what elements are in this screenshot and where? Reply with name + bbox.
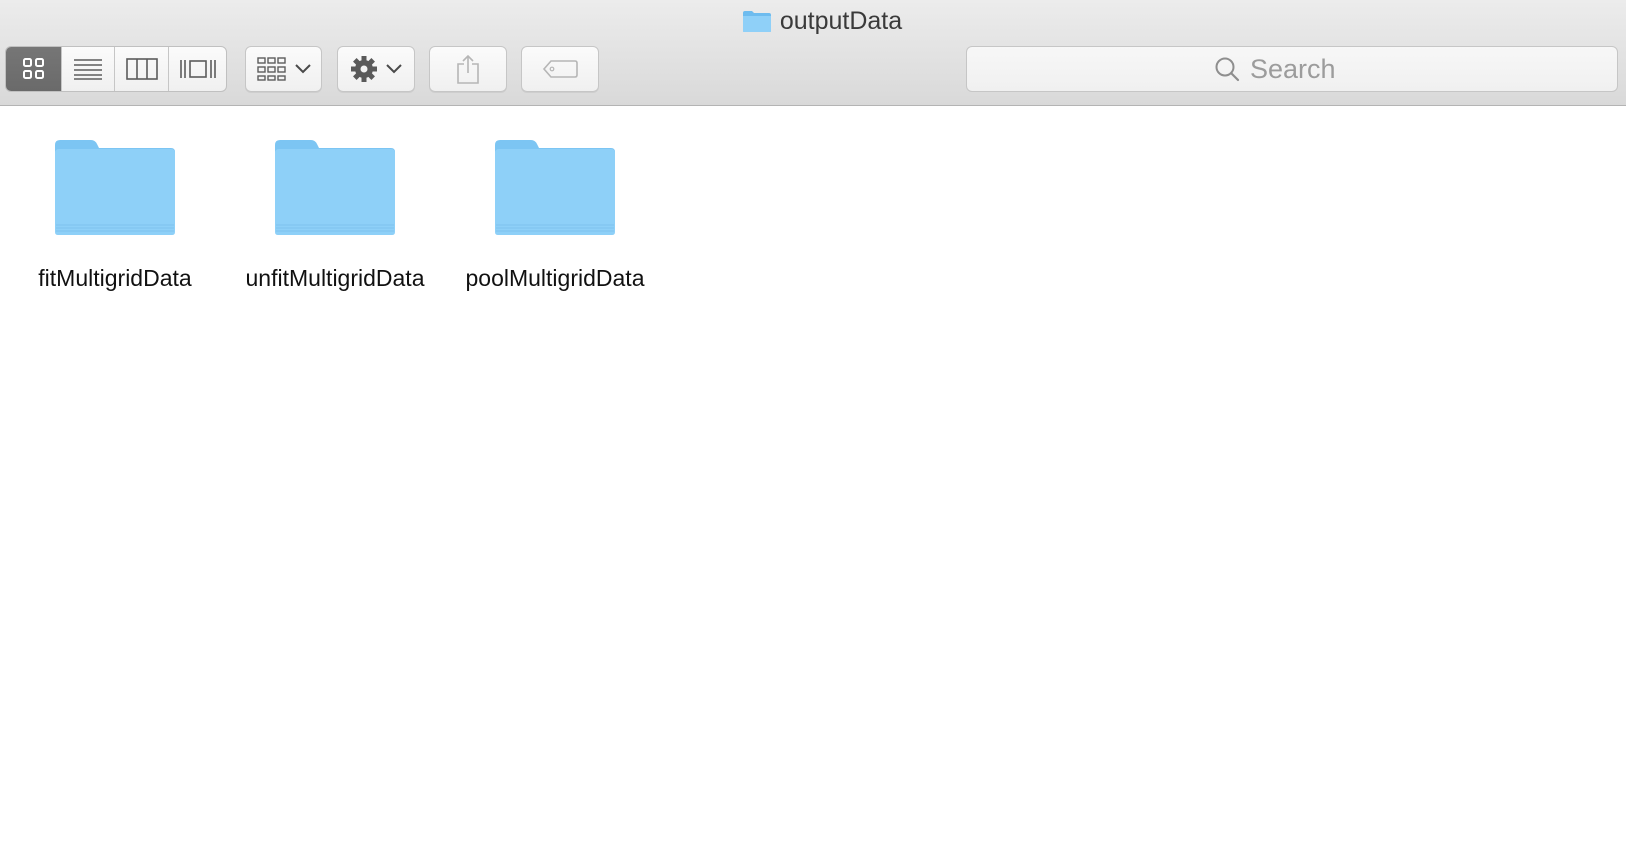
column-view-button[interactable] — [115, 47, 169, 91]
share-button[interactable] — [429, 46, 507, 92]
search-icon — [1215, 57, 1240, 82]
folder-item[interactable]: poolMultigridData — [445, 137, 665, 292]
finder-window: outputData Search fitMultigridData unfit… — [0, 0, 1626, 854]
arrange-grid-icon — [256, 57, 286, 81]
folder-item[interactable]: fitMultigridData — [5, 137, 225, 292]
tags-button[interactable] — [521, 46, 599, 92]
columns-icon — [125, 58, 158, 80]
chevron-down-icon — [386, 64, 402, 74]
cover-flow-icon — [179, 60, 216, 78]
folder-name: poolMultigridData — [465, 265, 645, 291]
cover-flow-view-button[interactable] — [169, 47, 226, 91]
folder-icon — [275, 140, 395, 235]
search-input[interactable] — [1250, 53, 1370, 85]
folder-icon — [742, 11, 771, 32]
folder-icon — [55, 140, 175, 235]
window-title-text: outputData — [779, 6, 903, 35]
view-mode-control — [5, 46, 227, 92]
gear-icon — [351, 56, 377, 82]
list-icon — [74, 59, 102, 80]
folder-name: fitMultigridData — [38, 265, 192, 291]
arrange-button[interactable] — [245, 46, 322, 92]
share-icon — [457, 54, 479, 84]
folder-item[interactable]: unfitMultigridData — [225, 137, 445, 292]
action-button[interactable] — [337, 46, 415, 92]
list-view-button[interactable] — [62, 47, 115, 91]
icon-view-button[interactable] — [6, 47, 62, 91]
grid-icon — [22, 58, 44, 79]
folder-name: unfitMultigridData — [245, 265, 425, 291]
folder-icon — [495, 140, 615, 235]
tag-icon — [542, 60, 578, 78]
window-title: outputData — [0, 4, 1626, 38]
file-icon-grid: fitMultigridData unfitMultigridData pool… — [0, 107, 1626, 854]
toolbar: outputData — [0, 0, 1626, 106]
chevron-down-icon — [294, 64, 311, 74]
search-field[interactable] — [966, 46, 1618, 92]
